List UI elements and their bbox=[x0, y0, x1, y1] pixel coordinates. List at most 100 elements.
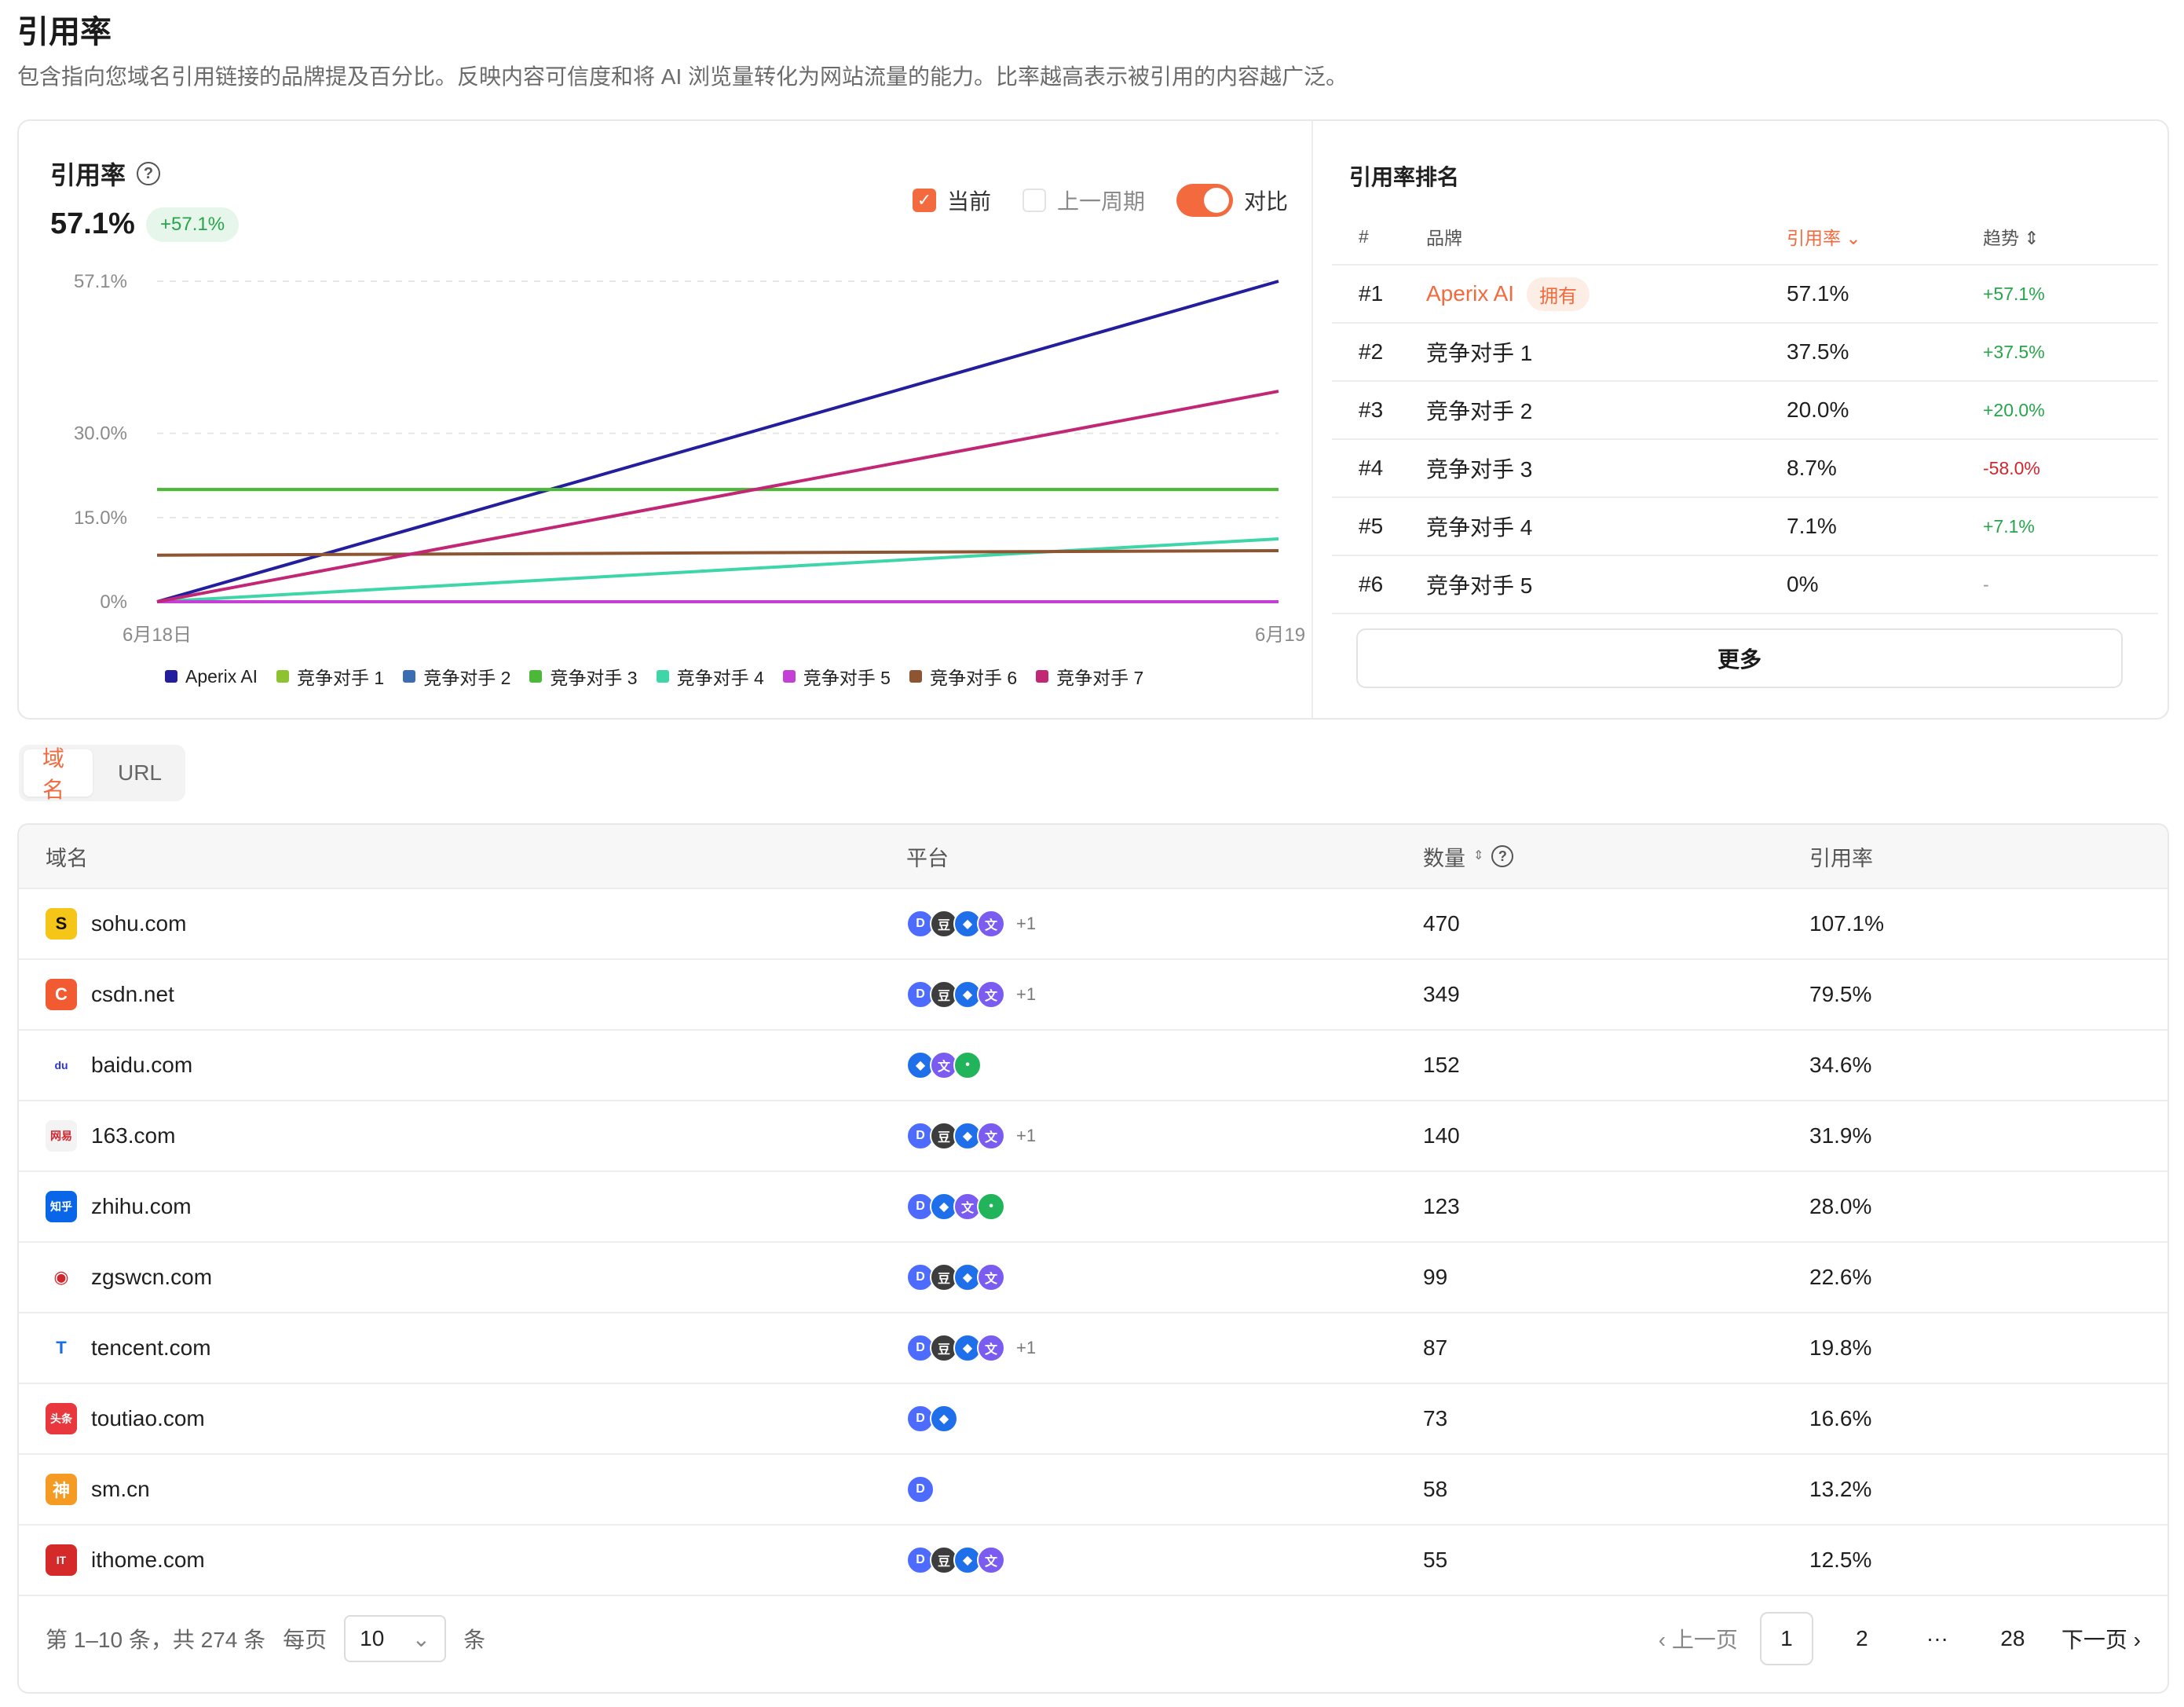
col-platform: 平台 bbox=[906, 846, 949, 870]
pager: ‹ 上一页 1 2 ··· 28 下一页 › bbox=[1659, 1612, 2141, 1665]
domain-name[interactable]: sohu.com bbox=[91, 911, 186, 936]
table-row[interactable]: 网易 163.com D 豆 ◆ 文 +1 140 31.9% bbox=[19, 1101, 2168, 1172]
rank-trend: -58.0% bbox=[1983, 457, 2040, 478]
ranking-row[interactable]: #3 竞争对手 2 20.0% +20.0% bbox=[1332, 382, 2158, 440]
y-tick-label: 57.1% bbox=[74, 271, 127, 292]
legend-item[interactable]: 竞争对手 7 bbox=[1036, 663, 1143, 690]
ranking-col-rate-sort[interactable]: 引用率 ⌄ bbox=[1787, 223, 1983, 250]
citation-panel: 引用率 ? 57.1% +57.1% ✓ 当前 上一周期 对比 57.1% 30.… bbox=[17, 119, 2169, 720]
next-page-label: 下一页 bbox=[2061, 1628, 2127, 1652]
table-row[interactable]: 知乎 zhihu.com D ◆ 文 • 123 28.0% bbox=[19, 1172, 2168, 1243]
tab-url[interactable]: URL bbox=[99, 749, 181, 797]
platform-icons: D bbox=[880, 1475, 1396, 1504]
ranking-row[interactable]: #1 Aperix AI 拥有 57.1% +57.1% bbox=[1332, 266, 2158, 324]
domain-cell: Ssohu.com bbox=[19, 908, 880, 940]
domain-cell: ◉ zgswcn.com bbox=[19, 1262, 880, 1293]
rank-trend: - bbox=[1983, 573, 1989, 595]
tab-domain[interactable]: 域名 bbox=[24, 746, 93, 802]
ranking-rows: #1 Aperix AI 拥有 57.1% +57.1% #2 竞争对手 1 37.5% +37… bbox=[1332, 266, 2158, 614]
citation-rate: 34.6% bbox=[1809, 1053, 1872, 1077]
kimi-platform-icon: 文 bbox=[977, 1122, 1005, 1150]
domain-name[interactable]: csdn.net bbox=[91, 982, 174, 1007]
series-legend: Aperix AI 竞争对手 1 竞争对手 2 竞争对手 3 竞争对手 4 竞争对手 5 竞… bbox=[165, 663, 1143, 690]
col-count-sort[interactable]: 数量 ⇕ ? bbox=[1396, 841, 1783, 872]
citation-rate: 28.0% bbox=[1809, 1194, 1872, 1218]
prev-page-button[interactable]: ‹ 上一页 bbox=[1659, 1623, 1738, 1654]
y-tick-label: 30.0% bbox=[74, 423, 127, 445]
table-row[interactable]: Ttencent.com D 豆 ◆ 文 +1 87 19.8% bbox=[19, 1313, 2168, 1384]
more-button[interactable]: 更多 bbox=[1356, 628, 2123, 688]
help-icon[interactable]: ? bbox=[1491, 845, 1514, 867]
col-count-label: 数量 bbox=[1423, 846, 1465, 870]
legend-item[interactable]: 竞争对手 6 bbox=[909, 663, 1017, 690]
legend-item[interactable]: 竞争对手 4 bbox=[656, 663, 764, 690]
rank-rate: 7.1% bbox=[1787, 514, 1837, 538]
page-ellipsis[interactable]: ··· bbox=[1911, 1612, 1964, 1665]
rank-brand: Aperix AI 拥有 bbox=[1426, 277, 1787, 311]
platform-icons: D ◆ bbox=[880, 1405, 1396, 1433]
rank-brand-name: 竞争对手 5 bbox=[1426, 573, 1533, 598]
domain-name[interactable]: ithome.com bbox=[91, 1548, 205, 1573]
legend-item[interactable]: 竞争对手 5 bbox=[782, 663, 891, 690]
ranking-col-brand: 品牌 bbox=[1426, 228, 1462, 248]
domain-name[interactable]: zhihu.com bbox=[91, 1194, 192, 1219]
csdn-icon: C bbox=[46, 979, 77, 1010]
rank-trend: +37.5% bbox=[1983, 341, 2045, 362]
ranking-row[interactable]: #2 竞争对手 1 37.5% +37.5% bbox=[1332, 324, 2158, 382]
citation-rate: 31.9% bbox=[1809, 1123, 1872, 1148]
domain-name[interactable]: 163.com bbox=[91, 1123, 175, 1148]
rank-position: #2 bbox=[1359, 339, 1384, 364]
more-platforms-count: +1 bbox=[1016, 914, 1037, 933]
next-page-button[interactable]: 下一页 › bbox=[2061, 1623, 2141, 1654]
tab-bar: 域名 URL bbox=[19, 745, 185, 802]
ranking-row[interactable]: #6 竞争对手 5 0% - bbox=[1332, 556, 2158, 614]
table-row[interactable]: Ccsdn.net D 豆 ◆ 文 +1 349 79.5% bbox=[19, 960, 2168, 1031]
legend-item[interactable]: Aperix AI bbox=[165, 663, 258, 690]
domain-name[interactable]: tencent.com bbox=[91, 1335, 211, 1361]
x-tick-label: 6月18日 bbox=[123, 625, 192, 646]
legend-item[interactable]: 竞争对手 1 bbox=[276, 663, 384, 690]
domain-name[interactable]: baidu.com bbox=[91, 1053, 192, 1078]
table-row[interactable]: Ssohu.com D 豆 ◆ 文 +1 470 107.1% bbox=[19, 889, 2168, 960]
legend-swatch bbox=[1036, 670, 1049, 683]
page-2-button[interactable]: 2 bbox=[1835, 1612, 1889, 1665]
platform-icons: D 豆 ◆ 文 +1 bbox=[880, 1122, 1396, 1150]
ranking-col-trend-label: 趋势 bbox=[1983, 228, 2019, 248]
table-row[interactable]: 神 sm.cn D 58 13.2% bbox=[19, 1455, 2168, 1526]
legend-item[interactable]: 竞争对手 3 bbox=[529, 663, 638, 690]
zgswcn-icon: ◉ bbox=[46, 1262, 77, 1293]
rank-brand-name: 竞争对手 1 bbox=[1426, 341, 1533, 365]
wenxin-platform-icon: • bbox=[953, 1051, 982, 1079]
rank-trend: +7.1% bbox=[1983, 515, 2035, 537]
table-row[interactable]: 头条 toutiao.com D ◆ 73 16.6% bbox=[19, 1384, 2168, 1455]
y-tick-label: 15.0% bbox=[74, 507, 127, 529]
x-tick-label: 6月19 bbox=[1255, 625, 1305, 646]
rank-brand: 竞争对手 4 bbox=[1426, 511, 1787, 542]
per-page-select[interactable]: 10 ⌄ bbox=[344, 1615, 447, 1662]
chevron-left-icon: ‹ bbox=[1658, 1628, 1666, 1652]
table-row[interactable]: ◉ zgswcn.com D 豆 ◆ 文 99 22.6% bbox=[19, 1243, 2168, 1313]
zhihu-icon: 知乎 bbox=[46, 1191, 77, 1222]
ranking-row[interactable]: #4 竞争对手 3 8.7% -58.0% bbox=[1332, 440, 2158, 498]
legend-item[interactable]: 竞争对手 2 bbox=[403, 663, 510, 690]
sohu-icon: S bbox=[46, 908, 77, 940]
kimi-platform-icon: 文 bbox=[977, 1546, 1005, 1574]
rank-rate: 20.0% bbox=[1787, 397, 1849, 422]
domain-name[interactable]: zgswcn.com bbox=[91, 1265, 212, 1290]
domain-name[interactable]: toutiao.com bbox=[91, 1406, 205, 1431]
table-row[interactable]: du baidu.com ◆ 文 • 152 34.6% bbox=[19, 1031, 2168, 1101]
citation-rate: 79.5% bbox=[1809, 982, 1872, 1006]
domain-cell: 头条 toutiao.com bbox=[19, 1403, 880, 1434]
domain-cell: 知乎 zhihu.com bbox=[19, 1191, 880, 1222]
citation-rate: 22.6% bbox=[1809, 1265, 1872, 1289]
legend-swatch bbox=[909, 670, 922, 683]
ranking-row[interactable]: #5 竞争对手 4 7.1% +7.1% bbox=[1332, 498, 2158, 556]
domain-name[interactable]: sm.cn bbox=[91, 1477, 150, 1502]
citation-count: 58 bbox=[1423, 1477, 1448, 1501]
page-28-button[interactable]: 28 bbox=[1986, 1612, 2039, 1665]
ranking-col-trend-sort[interactable]: 趋势 ⇕ bbox=[1983, 223, 2168, 250]
rank-position: #5 bbox=[1359, 514, 1384, 538]
page-1-button[interactable]: 1 bbox=[1759, 1612, 1813, 1665]
legend-swatch bbox=[403, 670, 416, 683]
sort-icon: ⇕ bbox=[2024, 228, 2039, 248]
